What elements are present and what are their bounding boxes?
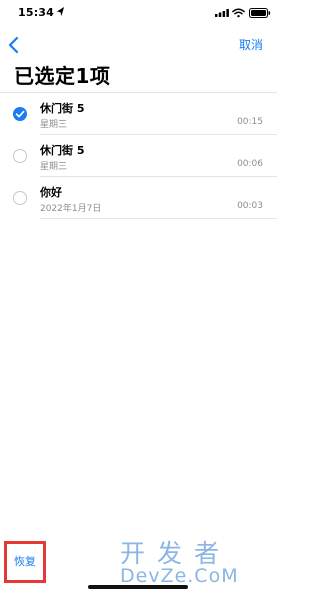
battery-icon bbox=[249, 8, 271, 18]
recording-date: 星期三 bbox=[40, 120, 68, 130]
restore-button-highlight[interactable]: 恢复 bbox=[4, 541, 46, 583]
recording-row[interactable]: 休门街 5 星期三 00:06 bbox=[0, 135, 277, 177]
watermark-latin: DevZe.CoM bbox=[120, 565, 239, 587]
recording-row[interactable]: 休门街 5 星期三 00:15 bbox=[0, 93, 277, 135]
recording-duration: 00:06 bbox=[237, 159, 263, 169]
recording-title: 休门街 5 bbox=[40, 144, 85, 157]
recording-duration: 00:03 bbox=[237, 201, 263, 211]
location-arrow-icon bbox=[56, 7, 65, 16]
checkbox-unselected-icon[interactable] bbox=[13, 149, 27, 163]
status-time: 15:34 bbox=[18, 6, 55, 19]
recording-title: 你好 bbox=[40, 186, 62, 199]
cellular-signal-icon bbox=[215, 9, 229, 17]
status-bar: 15:34 bbox=[0, 0, 277, 24]
recording-date: 2022年1月7日 bbox=[40, 204, 102, 214]
checkmark-selected-icon[interactable] bbox=[13, 107, 27, 121]
recording-date: 星期三 bbox=[40, 162, 68, 172]
back-chevron-icon[interactable] bbox=[6, 36, 22, 54]
restore-button[interactable]: 恢复 bbox=[7, 544, 43, 580]
page-title: 已选定1项 bbox=[14, 64, 111, 88]
watermark: 开发者 DevZe.CoM bbox=[118, 534, 268, 592]
recording-duration: 00:15 bbox=[237, 117, 263, 127]
checkbox-unselected-icon[interactable] bbox=[13, 191, 27, 205]
recording-title: 休门街 5 bbox=[40, 102, 85, 115]
wifi-icon bbox=[232, 8, 245, 18]
home-indicator bbox=[88, 585, 188, 589]
cancel-button[interactable]: 取消 bbox=[239, 36, 263, 53]
recording-row[interactable]: 你好 2022年1月7日 00:03 bbox=[0, 177, 277, 219]
recordings-list: 休门街 5 星期三 00:15 休门街 5 星期三 00:06 你好 2022年… bbox=[0, 93, 277, 219]
row-divider bbox=[40, 218, 277, 219]
